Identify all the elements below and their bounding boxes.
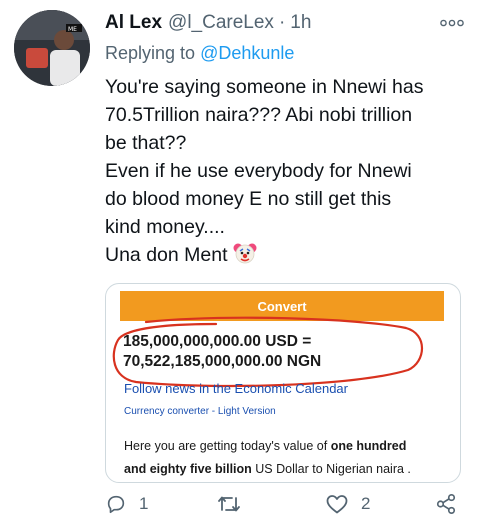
display-name[interactable]: Al Lex: [105, 12, 162, 34]
more-dots-icon: [440, 19, 464, 27]
reply-button[interactable]: 1: [105, 489, 148, 519]
economic-calendar-link: Follow news in the Economic Calendar: [124, 381, 348, 396]
description-bold: one hundred: [330, 439, 407, 453]
tweet-line: You're saying someone in Nnewi has: [105, 76, 424, 98]
tweet-line: be that??: [105, 132, 187, 154]
retweet-button[interactable]: [217, 489, 253, 519]
clown-face-icon: [233, 241, 257, 273]
share-button[interactable]: [435, 489, 457, 519]
tweet-line: 70.5Trillion naira??? Abi nobi trillion: [105, 104, 413, 126]
replying-to-label: Replying to: [105, 42, 196, 63]
svg-text:ME: ME: [68, 26, 77, 33]
timestamp[interactable]: 1h: [290, 12, 311, 34]
tweet-line: kind money....: [105, 216, 225, 238]
more-options-button[interactable]: [438, 13, 466, 33]
description-text: US Dollar to Nigerian naira .: [251, 462, 411, 476]
avatar-photo-icon: ME: [14, 10, 90, 86]
tweet-last-line: Una don Ment: [105, 241, 466, 273]
avatar[interactable]: ME: [14, 10, 90, 86]
user-handle[interactable]: @l_CareLex: [168, 12, 274, 34]
tweet-text: You're saying someone in Nnewi has 70.5T…: [105, 73, 466, 273]
tweet-line: Even if he use everybody for Nnewi: [105, 160, 412, 182]
tweet-media-image[interactable]: Convert 185,000,000,000.00 USD = 70,522,…: [105, 283, 461, 483]
reply-icon: [107, 495, 125, 514]
like-count: 2: [361, 494, 371, 513]
description-text: Here you are getting today's value of: [124, 439, 331, 453]
currency-converter-link: Currency converter - Light Version: [124, 406, 276, 417]
tweet-line: Una don Ment: [105, 244, 228, 266]
description-bold: and eighty five billion: [124, 462, 252, 476]
share-icon: [436, 494, 456, 514]
tweet-content: Al Lex @l_CareLex · 1h Replying to @Dehk…: [105, 10, 466, 273]
like-icon: [326, 495, 348, 514]
description-line: Here you are getting today's value of on…: [124, 439, 406, 453]
tweet-actions: 1 2: [105, 489, 466, 519]
tweet-header: Al Lex @l_CareLex · 1h: [105, 10, 466, 36]
replying-to: Replying to @Dehkunle: [105, 39, 466, 67]
like-button[interactable]: 2: [325, 489, 370, 519]
reply-count: 1: [139, 494, 149, 513]
mention-link[interactable]: @Dehkunle: [200, 43, 294, 64]
separator-dot: ·: [278, 12, 286, 33]
retweet-icon: [218, 496, 240, 512]
tweet-line: do blood money E no still get this: [105, 188, 392, 210]
description-line: and eighty five billion US Dollar to Nig…: [124, 462, 411, 476]
